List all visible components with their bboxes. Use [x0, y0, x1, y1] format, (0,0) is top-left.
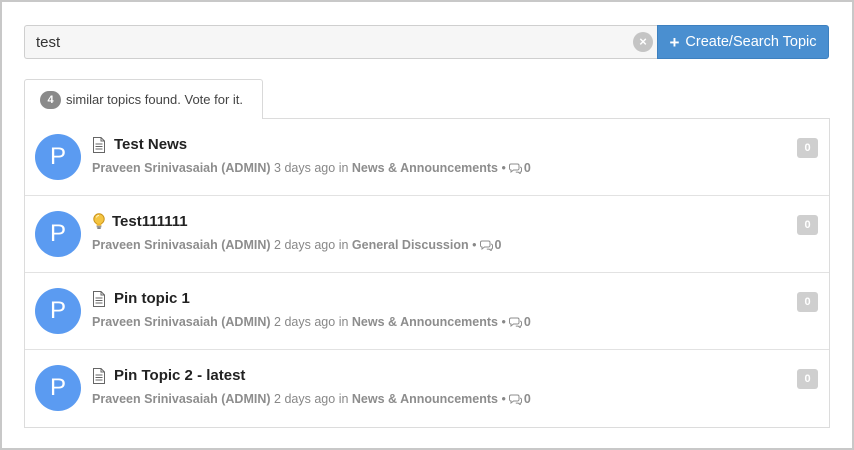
topic-time: 3 days ago [274, 161, 336, 175]
create-search-topic-label: Create/Search Topic [685, 34, 817, 50]
topic-time: 2 days ago [274, 392, 336, 406]
lightbulb-icon [93, 213, 105, 229]
list-item[interactable]: P Pin topic 1 Praveen Srinivasaiah (ADMI… [25, 273, 829, 350]
topic-meta: Praveen Srinivasaiah (ADMIN) 3 days ago … [92, 161, 531, 175]
topic-category[interactable]: General Discussion [352, 238, 469, 252]
list-item[interactable]: P Pin Topic 2 - latest Praveen Srinivasa… [25, 350, 829, 426]
meta-separator: • [501, 315, 506, 329]
plus-icon: + [669, 32, 680, 52]
comment-icon [508, 163, 522, 174]
topic-author: Praveen Srinivasaiah (ADMIN) [92, 238, 271, 252]
topic-in-word: in [338, 315, 349, 329]
topic-in-word: in [338, 238, 349, 252]
topic-time: 2 days ago [274, 238, 336, 252]
clear-icon[interactable]: × [633, 32, 653, 52]
topic-time: 2 days ago [274, 315, 336, 329]
topic-meta: Praveen Srinivasaiah (ADMIN) 2 days ago … [92, 315, 531, 329]
topic-title-line: Pin topic 1 [92, 290, 190, 307]
topic-list: P Test News Praveen Srinivasaiah (ADMIN)… [24, 118, 830, 428]
topic-category[interactable]: News & Announcements [352, 315, 498, 329]
similar-count-badge: 4 [40, 90, 61, 109]
topic-title-line: Test111111 [92, 213, 188, 230]
search-row: × + Create/Search Topic [24, 25, 829, 59]
avatar: P [35, 365, 81, 411]
vote-count-badge[interactable]: 0 [797, 215, 818, 235]
topic-author: Praveen Srinivasaiah (ADMIN) [92, 315, 271, 329]
comment-count: 0 [523, 315, 531, 329]
meta-separator: • [501, 392, 506, 406]
comment-icon [479, 240, 493, 251]
avatar: P [35, 134, 81, 180]
avatar: P [35, 288, 81, 334]
meta-separator: • [501, 161, 506, 175]
topic-meta: Praveen Srinivasaiah (ADMIN) 2 days ago … [92, 238, 501, 252]
document-icon [93, 367, 105, 384]
search-input[interactable] [24, 25, 658, 59]
topic-category[interactable]: News & Announcements [352, 392, 498, 406]
topic-author: Praveen Srinivasaiah (ADMIN) [92, 392, 271, 406]
vote-count-badge[interactable]: 0 [797, 138, 818, 158]
avatar: P [35, 211, 81, 257]
topic-title[interactable]: Test111111 [112, 213, 188, 230]
topic-meta: Praveen Srinivasaiah (ADMIN) 2 days ago … [92, 392, 531, 406]
comment-count: 0 [523, 161, 531, 175]
topic-in-word: in [338, 161, 349, 175]
topic-title-line: Pin Topic 2 - latest [92, 367, 245, 384]
dialog-frame: × + Create/Search Topic 4 similar topics… [0, 0, 854, 450]
meta-separator: • [472, 238, 477, 252]
comment-count: 0 [523, 392, 531, 406]
document-icon [93, 290, 105, 307]
tab-similar-topics[interactable]: 4 similar topics found. Vote for it. [24, 79, 263, 119]
comment-count: 0 [494, 238, 502, 252]
topic-title[interactable]: Pin topic 1 [114, 290, 190, 307]
vote-count-badge[interactable]: 0 [797, 369, 818, 389]
topic-title[interactable]: Pin Topic 2 - latest [114, 367, 245, 384]
similar-topics-label: similar topics found. Vote for it. [66, 92, 244, 107]
topic-category[interactable]: News & Announcements [352, 161, 498, 175]
topic-author: Praveen Srinivasaiah (ADMIN) [92, 161, 271, 175]
topic-in-word: in [338, 392, 349, 406]
comment-icon [508, 394, 522, 405]
create-search-topic-button[interactable]: + Create/Search Topic [657, 25, 829, 59]
topic-title-line: Test News [92, 136, 187, 153]
topic-title[interactable]: Test News [114, 136, 187, 153]
comment-icon [508, 317, 522, 328]
vote-count-badge[interactable]: 0 [797, 292, 818, 312]
document-icon [93, 136, 105, 153]
list-item[interactable]: P Test111111 Praveen Srinivasaiah (ADMIN… [25, 196, 829, 273]
list-item[interactable]: P Test News Praveen Srinivasaiah (ADMIN)… [25, 119, 829, 196]
